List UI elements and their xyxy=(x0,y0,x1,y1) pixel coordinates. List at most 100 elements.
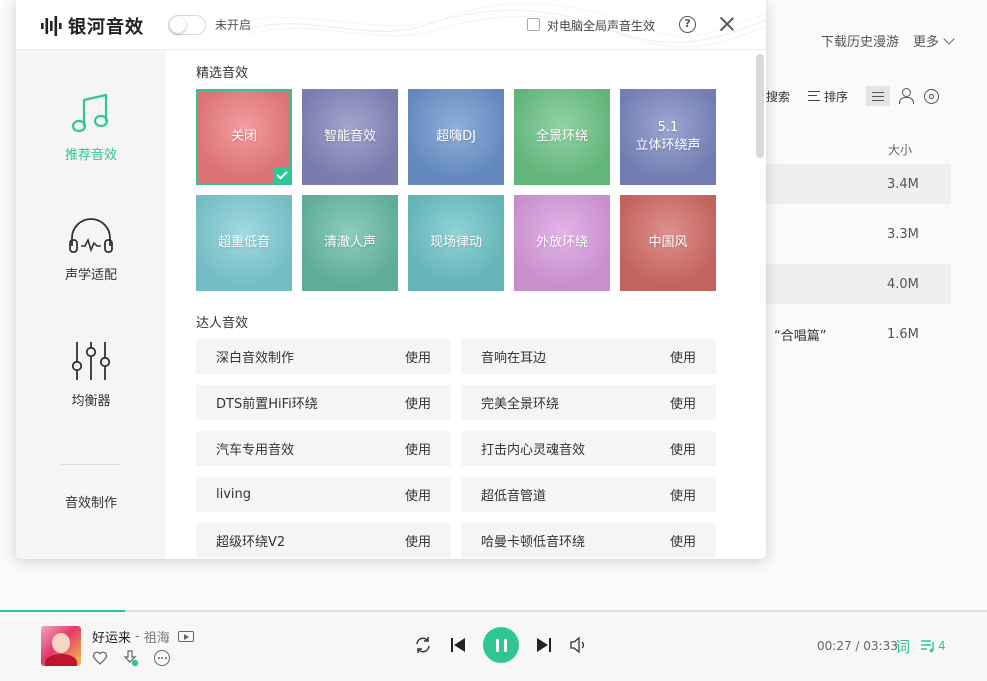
effect-tile-bass[interactable]: 超重低音 xyxy=(196,195,292,291)
table-row[interactable]: “合唱篇” 1.6M xyxy=(766,314,951,354)
row-size: 4.0M xyxy=(887,276,919,292)
progress-bar[interactable] xyxy=(0,610,987,612)
pro-effect-row[interactable]: DTS前置HiFi环绕 使用 xyxy=(196,385,451,420)
singer-view-icon[interactable] xyxy=(898,88,915,104)
galaxy-sound-logo: 银河音效 xyxy=(40,13,144,39)
use-button[interactable]: 使用 xyxy=(405,393,431,412)
help-icon[interactable]: ? xyxy=(679,16,696,33)
download-icon[interactable] xyxy=(122,649,140,667)
pro-effect-row[interactable]: 超级环绕V2 使用 xyxy=(196,523,451,558)
music-note-icon xyxy=(71,93,109,133)
queue-count: 4 xyxy=(938,639,946,653)
volume-icon[interactable] xyxy=(569,636,587,654)
toggle-status: 未开启 xyxy=(215,18,252,32)
table-row[interactable]: 4.0M xyxy=(766,264,951,304)
sidebar-item-equalizer[interactable]: 均衡器 xyxy=(16,340,166,409)
close-icon[interactable] xyxy=(719,16,735,32)
sidebar-item-make-effect[interactable]: 音效制作 xyxy=(16,492,166,511)
use-button[interactable]: 使用 xyxy=(670,531,696,550)
effect-tile-panorama[interactable]: 全景环绕 xyxy=(514,89,610,185)
pro-section-title: 达人音效 xyxy=(196,316,249,331)
lyric-button[interactable]: 词 xyxy=(895,636,910,657)
previous-icon[interactable] xyxy=(449,636,467,654)
use-button[interactable]: 使用 xyxy=(405,485,431,504)
content-scrollbar[interactable] xyxy=(756,50,764,559)
pro-effect-name: 超级环绕V2 xyxy=(216,535,286,550)
use-button[interactable]: 使用 xyxy=(670,485,696,504)
pause-button[interactable] xyxy=(483,627,519,663)
song-artist[interactable]: 祖海 xyxy=(144,627,170,646)
playlist-icon xyxy=(921,640,934,653)
album-view-icon[interactable] xyxy=(924,88,940,104)
song-actions xyxy=(92,649,170,667)
use-button[interactable]: 使用 xyxy=(670,439,696,458)
mv-icon[interactable] xyxy=(177,631,194,642)
pro-effect-row[interactable]: 哈曼卡顿低音环绕 使用 xyxy=(461,523,716,558)
use-button[interactable]: 使用 xyxy=(670,347,696,366)
tile-label: 外放环绕 xyxy=(535,235,588,250)
tile-label: 智能音效 xyxy=(323,129,376,144)
global-effect-checkbox[interactable] xyxy=(527,18,540,31)
pro-effect-name: 超低音管道 xyxy=(481,489,547,504)
use-button[interactable]: 使用 xyxy=(405,439,431,458)
sidebar-item-label: 均衡器 xyxy=(71,394,111,409)
pro-effect-row[interactable]: 音响在耳边 使用 xyxy=(461,339,716,374)
use-button[interactable]: 使用 xyxy=(405,531,431,550)
table-row[interactable]: 3.3M xyxy=(766,214,951,254)
pro-effect-row[interactable]: 汽车专用音效 使用 xyxy=(196,431,451,466)
use-button[interactable]: 使用 xyxy=(670,393,696,412)
effect-tile-dj[interactable]: 超嗨DJ xyxy=(408,89,504,185)
effect-tile-vocal[interactable]: 清澈人声 xyxy=(302,195,398,291)
album-cover[interactable] xyxy=(41,626,81,666)
tile-label: 超重低音 xyxy=(217,235,270,250)
dialog-header: 银河音效 未开启 对电脑全局声音生效 ? xyxy=(16,0,766,50)
list-view-icon[interactable] xyxy=(866,86,891,106)
dialog-content: 精选音效 关闭 智能音效 超嗨DJ 全景环绕 5.1 立体环绕声 超重低音 清澈… xyxy=(166,50,766,559)
heart-icon[interactable] xyxy=(92,650,108,666)
pro-effect-row[interactable]: 深白音效制作 使用 xyxy=(196,339,451,374)
pro-effect-row[interactable]: 打击内心灵魂音效 使用 xyxy=(461,431,716,466)
song-title[interactable]: 好运来 xyxy=(92,627,131,646)
effect-tile-surround-51[interactable]: 5.1 立体环绕声 xyxy=(620,89,716,185)
more-menu[interactable]: 更多 xyxy=(913,31,953,50)
equalizer-icon xyxy=(71,342,111,380)
pro-effect-row[interactable]: 完美全景环绕 使用 xyxy=(461,385,716,420)
song-separator: - xyxy=(135,629,140,644)
pro-effect-row[interactable]: 超低音管道 使用 xyxy=(461,477,716,512)
global-effect-label[interactable]: 对电脑全局声音生效 xyxy=(547,17,655,34)
effect-tile-off[interactable]: 关闭 xyxy=(196,89,292,185)
dialog-sidebar: 推荐音效 声学适配 均衡器 音效制作 xyxy=(16,50,166,559)
tile-label: 超嗨DJ xyxy=(436,129,476,144)
download-history-link[interactable]: 下载历史漫游 xyxy=(821,31,899,50)
use-button[interactable]: 使用 xyxy=(405,347,431,366)
sort-button[interactable]: 排序 xyxy=(808,88,848,105)
list-toolbar: 搜索 排序 xyxy=(766,86,940,106)
search-button[interactable]: 搜索 xyxy=(766,88,790,105)
effect-tile-smart[interactable]: 智能音效 xyxy=(302,89,398,185)
player-bar: 好运来 - 祖海 00:27 / 03:33 词 4 xyxy=(0,610,987,681)
scrollbar-thumb[interactable] xyxy=(756,54,764,158)
pro-effect-name: 完美全景环绕 xyxy=(481,397,560,412)
sort-label: 排序 xyxy=(824,89,849,104)
playlist-button[interactable]: 4 xyxy=(920,639,946,653)
table-row[interactable]: 3.4M xyxy=(766,164,951,204)
tile-label: 清澈人声 xyxy=(323,235,376,250)
sidebar-item-acoustic[interactable]: 声学适配 xyxy=(16,216,166,283)
sidebar-item-recommended[interactable]: 推荐音效 xyxy=(16,92,166,163)
effect-tile-live[interactable]: 现场律动 xyxy=(408,195,504,291)
repeat-icon[interactable] xyxy=(413,635,433,655)
more-icon[interactable] xyxy=(154,650,170,666)
pro-effect-name: 深白音效制作 xyxy=(216,351,295,366)
check-icon xyxy=(274,167,290,183)
pro-effect-name: 打击内心灵魂音效 xyxy=(481,443,586,458)
next-icon[interactable] xyxy=(535,636,553,654)
effect-tile-speaker[interactable]: 外放环绕 xyxy=(514,195,610,291)
sort-icon xyxy=(808,91,821,101)
time-display: 00:27 / 03:33 xyxy=(817,639,898,653)
row-size: 3.3M xyxy=(887,226,919,242)
sound-effect-toggle[interactable] xyxy=(168,15,206,35)
effect-tile-chinese[interactable]: 中国风 xyxy=(620,195,716,291)
search-label: 搜索 xyxy=(766,89,791,104)
pro-effect-row[interactable]: living 使用 xyxy=(196,477,451,512)
tile-label: 现场律动 xyxy=(429,235,482,250)
